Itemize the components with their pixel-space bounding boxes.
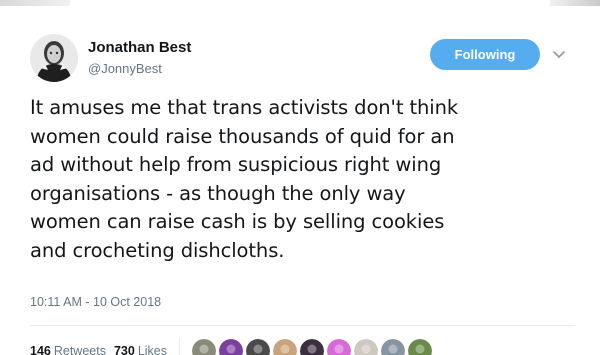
liker-avatar-6[interactable]	[327, 339, 352, 355]
engagement-stats: 146 Retweets 730 Likes	[30, 337, 435, 355]
stats-separator	[179, 338, 181, 355]
author-name[interactable]: Jonathan Best	[88, 39, 191, 56]
retweets-stat[interactable]: 146 Retweets	[30, 344, 106, 355]
likers-avatar-list	[192, 339, 435, 355]
liker-avatar-5[interactable]	[300, 339, 325, 355]
liker-avatar-3[interactable]	[246, 339, 271, 355]
liker-avatar-9[interactable]	[408, 339, 433, 355]
tweet-timestamp[interactable]: 10:11 AM - 10 Oct 2018	[30, 295, 161, 309]
author-handle[interactable]: @JonnyBest	[88, 61, 162, 76]
liker-avatar-2[interactable]	[219, 339, 244, 355]
chevron-down-icon[interactable]	[552, 49, 566, 61]
tweet-text: It amuses me that trans activists don't …	[30, 94, 575, 265]
tweet-card: Jonathan Best @JonnyBest Following It am…	[10, 12, 584, 355]
tweet-line: It amuses me that trans activists don't …	[30, 96, 459, 119]
following-button[interactable]: Following	[430, 39, 540, 70]
tweet-line: and crocheting dishcloths.	[30, 238, 285, 262]
liker-avatar-1[interactable]	[192, 339, 217, 355]
author-avatar[interactable]	[30, 34, 78, 82]
liker-avatar-8[interactable]	[381, 339, 406, 355]
retweets-count: 146	[30, 344, 51, 355]
tweet-line: ad without help from suspicious right wi…	[30, 153, 442, 176]
tweet-line: women can raise cash is by selling cooki…	[30, 210, 445, 233]
top-left-shadow	[0, 0, 70, 6]
divider	[30, 325, 575, 326]
tweet-line: organisations - as though the only way	[30, 181, 406, 205]
likes-stat[interactable]: 730 Likes	[114, 344, 167, 355]
liker-avatar-7[interactable]	[354, 339, 379, 355]
tweet-line: women could raise thousands of quid for …	[30, 124, 455, 148]
likes-count: 730	[113, 344, 135, 355]
top-right-shadow	[550, 0, 600, 6]
retweets-label: Retweets	[53, 344, 106, 355]
likes-label: Likes	[137, 344, 168, 355]
liker-avatar-4[interactable]	[273, 339, 298, 355]
window-top-strip	[0, 0, 600, 8]
